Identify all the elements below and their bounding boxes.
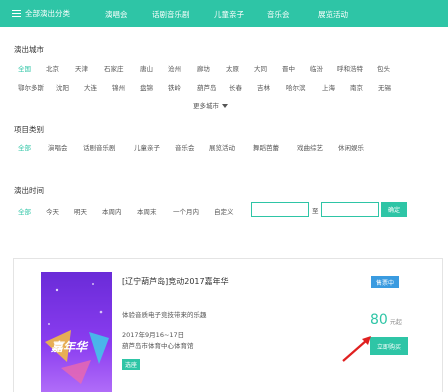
chevron-down-icon (222, 104, 228, 108)
city-option[interactable]: 吉林 (257, 82, 286, 92)
city-option[interactable]: 盘锦 (140, 82, 168, 92)
time-option[interactable]: 自定义 (214, 206, 234, 216)
price-value: 80 (370, 312, 388, 328)
category-option[interactable]: 演唱会 (48, 142, 83, 152)
city-option[interactable]: 上海 (322, 82, 350, 92)
confirm-date-button[interactable]: 确定 (381, 202, 407, 217)
all-categories-button[interactable]: 全部演出分类 (0, 0, 90, 27)
more-cities-label: 更多城市 (193, 102, 219, 110)
status-badge: 售票中 (371, 276, 399, 288)
time-row: 全部 今天 明天 本周内 本周末 一个月内 自定义 (18, 206, 234, 216)
nav-item-music[interactable]: 音乐会 (267, 9, 290, 20)
category-option[interactable]: 戏曲综艺 (297, 142, 338, 152)
city-option[interactable]: 锦州 (112, 82, 140, 92)
event-description: 体验音质电子竞技带来的乐趣 (122, 311, 207, 319)
nav-item-kids[interactable]: 儿童亲子 (214, 9, 244, 20)
city-option[interactable]: 包头 (377, 63, 390, 73)
time-option[interactable]: 全部 (18, 206, 46, 216)
city-option[interactable]: 廊坊 (197, 63, 226, 73)
time-option[interactable]: 本周内 (102, 206, 137, 216)
time-option[interactable]: 本周末 (137, 206, 173, 216)
city-option[interactable]: 铁岭 (168, 82, 197, 92)
city-option[interactable]: 葫芦岛 (197, 82, 229, 92)
city-option[interactable]: 哈尔滨 (286, 82, 322, 92)
city-option[interactable]: 大连 (84, 82, 112, 92)
start-date-input[interactable] (251, 202, 309, 217)
city-option[interactable]: 晋中 (282, 63, 310, 73)
city-row-1: 全国 北京 天津 石家庄 唐山 沧州 廊坊 太原 大同 晋中 临汾 呼和浩特 包… (18, 63, 390, 73)
city-option[interactable]: 石家庄 (104, 63, 140, 73)
city-option[interactable]: 唐山 (140, 63, 168, 73)
select-seat-badge: 选座 (122, 359, 140, 370)
nav-item-concert[interactable]: 演唱会 (105, 9, 128, 20)
price-unit: 元起 (389, 319, 402, 326)
category-option[interactable]: 舞蹈芭蕾 (253, 142, 297, 152)
category-option[interactable]: 全部 (18, 142, 48, 152)
time-section-title: 演出时间 (14, 186, 44, 195)
menu-icon (12, 9, 21, 18)
city-option[interactable]: 太原 (226, 63, 254, 73)
nav-item-exhibition[interactable]: 展览活动 (318, 9, 348, 20)
city-option[interactable]: 沧州 (168, 63, 197, 73)
city-option[interactable]: 全国 (18, 63, 46, 73)
city-option[interactable]: 天津 (75, 63, 104, 73)
all-categories-label: 全部演出分类 (25, 9, 70, 18)
city-option[interactable]: 长春 (229, 82, 257, 92)
city-row-2: 鄂尔多斯 沈阳 大连 锦州 盘锦 铁岭 葫芦岛 长春 吉林 哈尔滨 上海 南京 … (18, 82, 391, 92)
category-section-title: 项目类别 (14, 125, 44, 134)
poster-text: 嘉年华 (51, 340, 88, 354)
event-venue: 葫芦岛市体育中心体育馆 (122, 342, 194, 350)
event-date: 2017年9月16~17日 (122, 331, 185, 339)
event-price: 80 元起 (370, 312, 402, 328)
city-option[interactable]: 南京 (350, 82, 378, 92)
city-option[interactable]: 临汾 (310, 63, 337, 73)
event-poster-image (41, 272, 112, 392)
category-option[interactable]: 儿童亲子 (134, 142, 175, 152)
time-option[interactable]: 明天 (74, 206, 102, 216)
city-option[interactable]: 无锡 (378, 82, 391, 92)
arrow-annotation-icon (342, 336, 371, 362)
city-option[interactable]: 呼和浩特 (337, 63, 377, 73)
city-option[interactable]: 北京 (46, 63, 75, 73)
city-option[interactable]: 沈阳 (56, 82, 84, 92)
category-option[interactable]: 话剧音乐剧 (83, 142, 134, 152)
city-section-title: 演出城市 (14, 45, 44, 54)
time-option[interactable]: 今天 (46, 206, 74, 216)
city-option[interactable]: 鄂尔多斯 (18, 82, 56, 92)
category-option[interactable]: 休闲娱乐 (338, 142, 364, 152)
category-row: 全部 演唱会 话剧音乐剧 儿童亲子 音乐会 展览活动 舞蹈芭蕾 戏曲综艺 休闲娱… (18, 142, 364, 152)
category-option[interactable]: 展览活动 (209, 142, 253, 152)
event-poster[interactable]: 嘉年华 (41, 272, 112, 392)
event-title-link[interactable]: [辽宁葫芦岛]竞动2017嘉年华 (122, 276, 229, 287)
end-date-input[interactable] (321, 202, 379, 217)
more-cities-dropdown[interactable]: 更多城市 (193, 100, 228, 110)
time-option[interactable]: 一个月内 (173, 206, 214, 216)
category-nav-bar: 全部演出分类 演唱会 话剧音乐剧 儿童亲子 音乐会 展览活动 (0, 0, 448, 27)
nav-item-drama[interactable]: 话剧音乐剧 (152, 9, 190, 20)
city-option[interactable]: 大同 (254, 63, 282, 73)
category-option[interactable]: 音乐会 (175, 142, 209, 152)
date-range-separator: 至 (312, 207, 319, 215)
